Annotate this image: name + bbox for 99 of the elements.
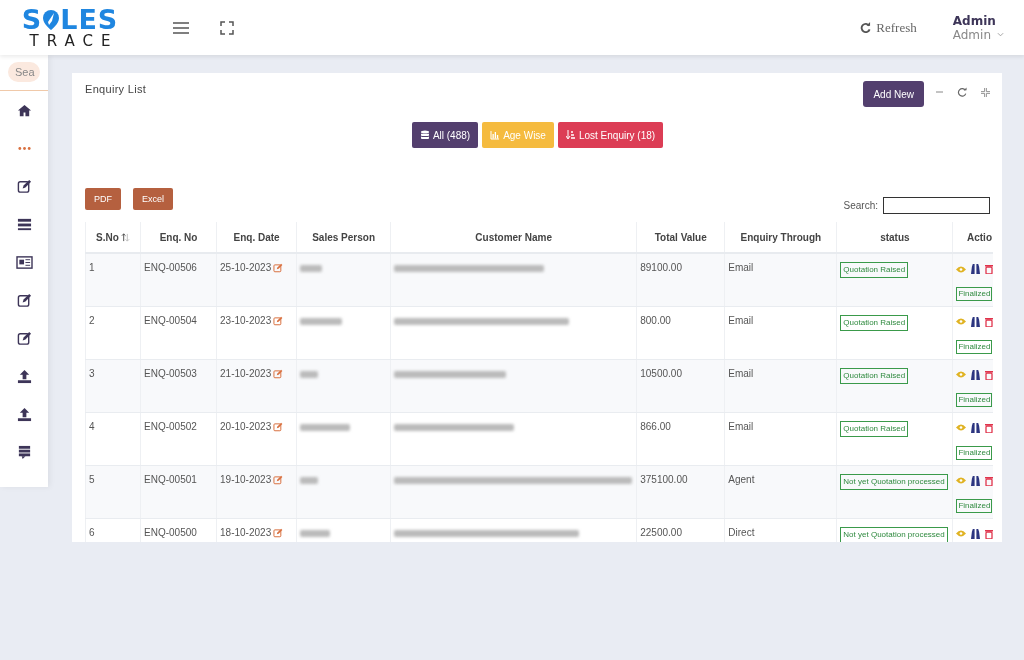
filter-button[interactable]: All (488) <box>411 122 479 148</box>
status-badge: Not yet Quotation processed <box>840 526 948 542</box>
finalized-badge: Finalized <box>956 287 993 301</box>
refresh-icon[interactable] <box>957 87 967 97</box>
delete-icon[interactable] <box>985 264 994 274</box>
edit-icon[interactable] <box>16 178 32 194</box>
refresh-button[interactable]: Refresh <box>860 19 917 36</box>
search-label: Search: <box>843 200 878 211</box>
export-button[interactable]: Excel <box>133 188 173 210</box>
column-header[interactable]: Actio <box>967 231 992 243</box>
list-icon[interactable] <box>16 216 32 232</box>
card-title: Enquiry List <box>85 83 147 95</box>
table-cell: Email <box>728 262 754 273</box>
column-header[interactable]: Enq. Date <box>233 231 280 243</box>
edit-icon[interactable] <box>16 292 32 308</box>
status-badge: Quotation Raised <box>840 367 909 384</box>
column-header[interactable]: S.No <box>96 231 119 243</box>
status-badge: Not yet Quotation processed <box>840 473 948 490</box>
delete-icon[interactable] <box>985 316 994 327</box>
table-cell: ENQ-00501 <box>144 473 197 485</box>
status-badge: Quotation Raised <box>840 420 909 437</box>
table-cell: 25-10-2023 <box>220 262 272 274</box>
table-cell: 3 <box>89 367 95 379</box>
collapse-icon[interactable] <box>981 87 990 97</box>
binoculars-icon[interactable] <box>971 422 981 433</box>
binoculars-icon[interactable] <box>971 264 981 274</box>
sort-icon <box>565 130 576 140</box>
binoculars-icon[interactable] <box>971 316 981 327</box>
finalized-badge: Finalized <box>956 339 993 354</box>
finalized-badge: Finalized <box>956 445 993 460</box>
blurred-text <box>300 317 343 325</box>
home-icon[interactable] <box>16 102 32 118</box>
delete-icon[interactable] <box>985 475 994 486</box>
table-cell: 23-10-2023 <box>220 314 272 327</box>
table-cell: 375100.00 <box>640 473 688 485</box>
filter-button[interactable]: Lost Enquiry (18) <box>557 122 664 148</box>
finalized-badge: Finalized <box>956 498 993 513</box>
binoculars-icon[interactable] <box>971 528 981 539</box>
table-cell: 19-10-2023 <box>220 473 272 486</box>
table-cell: 10500.00 <box>640 367 682 379</box>
table-cell: ENQ-00503 <box>144 367 197 379</box>
fullscreen-icon[interactable] <box>220 20 234 35</box>
status-badge: Quotation Raised <box>840 314 909 331</box>
search-field[interactable] <box>883 197 990 214</box>
stack-icon[interactable] <box>16 444 32 460</box>
table-cell: 89100.00 <box>640 262 682 273</box>
search-field[interactable]: Sea <box>8 62 40 82</box>
table-cell: 5 <box>89 473 95 485</box>
table-cell: Email <box>728 367 754 379</box>
newspaper-icon[interactable] <box>15 254 33 270</box>
table-cell: 22500.00 <box>640 526 682 538</box>
table-cell: 1 <box>89 262 95 273</box>
finalized-badge: Finalized <box>956 392 993 407</box>
binoculars-icon[interactable] <box>971 475 981 486</box>
blurred-text <box>300 423 351 431</box>
table-cell: Email <box>728 420 754 432</box>
blurred-text <box>300 370 319 378</box>
blurred-text <box>300 265 323 272</box>
table-cell: 800.00 <box>640 314 671 326</box>
table-cell: Direct <box>728 526 755 538</box>
column-header[interactable]: Enquiry Through <box>740 231 822 243</box>
refresh-icon <box>860 22 872 33</box>
table-cell: ENQ-00500 <box>144 526 197 538</box>
database-icon <box>419 130 430 140</box>
edit-icon[interactable] <box>16 330 32 346</box>
column-header[interactable]: Total Value <box>654 231 707 243</box>
table-cell: 18-10-2023 <box>220 526 272 539</box>
table-cell: 21-10-2023 <box>220 367 272 380</box>
column-header[interactable]: Enq. No <box>159 231 198 243</box>
table-cell: 2 <box>89 314 95 326</box>
table-cell: ENQ-00506 <box>144 262 197 273</box>
column-header[interactable]: Sales Person <box>312 231 375 243</box>
pin-icon <box>42 8 61 31</box>
add-new-button[interactable]: Add New <box>863 81 924 107</box>
column-header[interactable]: status <box>880 231 910 243</box>
export-button[interactable]: PDF <box>85 188 121 210</box>
upload-icon[interactable] <box>16 368 32 384</box>
table-cell: ENQ-00502 <box>144 420 197 432</box>
table-cell: Agent <box>728 473 755 485</box>
binoculars-icon[interactable] <box>971 369 981 380</box>
column-header[interactable]: Customer Name <box>475 231 553 243</box>
blurred-text <box>300 529 331 537</box>
status-badge: Quotation Raised <box>840 262 909 278</box>
table-cell: 4 <box>89 420 95 432</box>
upload-icon[interactable] <box>16 406 32 422</box>
table-cell: Email <box>728 314 754 326</box>
table-cell: ENQ-00504 <box>144 314 197 326</box>
delete-icon[interactable] <box>985 369 994 380</box>
delete-icon[interactable] <box>985 528 994 539</box>
blurred-text <box>300 476 319 484</box>
delete-icon[interactable] <box>985 422 994 433</box>
user-role: Admin <box>952 27 991 42</box>
menu-icon[interactable] <box>172 20 190 35</box>
user-name: Admin <box>952 13 997 28</box>
bar-chart-icon <box>490 130 501 140</box>
table-cell: 866.00 <box>640 420 671 432</box>
table-cell: 20-10-2023 <box>220 420 272 433</box>
table-cell: 6 <box>89 526 95 538</box>
sort-icon <box>120 232 130 242</box>
